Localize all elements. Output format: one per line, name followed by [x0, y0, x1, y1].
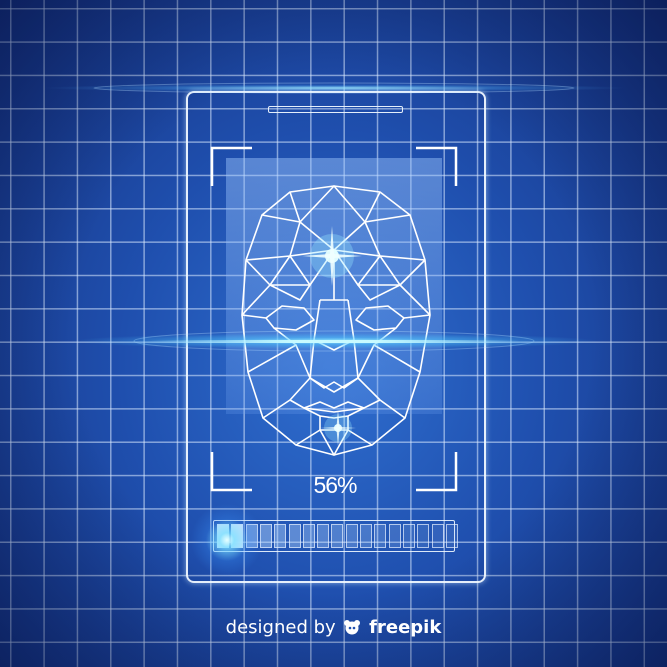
progress-segment	[417, 524, 430, 548]
progress-segment	[360, 524, 372, 548]
progress-segment	[302, 524, 315, 548]
progress-segment	[317, 524, 330, 548]
progress-segment	[388, 524, 401, 548]
progress-segment	[402, 524, 415, 548]
progress-segment	[445, 524, 458, 548]
progress-segment	[331, 524, 344, 548]
credit-prefix: designed by	[225, 617, 336, 638]
scan-line	[150, 340, 520, 343]
bracket-top-left	[210, 146, 252, 186]
progress-segment	[274, 524, 287, 548]
credit-line: designed by freepik	[0, 617, 667, 638]
progress-segment	[345, 524, 358, 548]
scan-percent-label: 56%	[313, 472, 357, 498]
progress-flare	[182, 500, 272, 580]
bracket-top-right	[416, 146, 458, 186]
bracket-bottom-left	[210, 452, 252, 492]
progress-segment	[374, 524, 387, 548]
freepik-logo-icon	[343, 619, 361, 635]
bracket-bottom-right	[416, 452, 458, 492]
progress-segment	[431, 524, 444, 548]
progress-segment	[288, 524, 301, 548]
credit-brand: freepik	[369, 617, 442, 638]
orbit-rings	[93, 82, 575, 352]
